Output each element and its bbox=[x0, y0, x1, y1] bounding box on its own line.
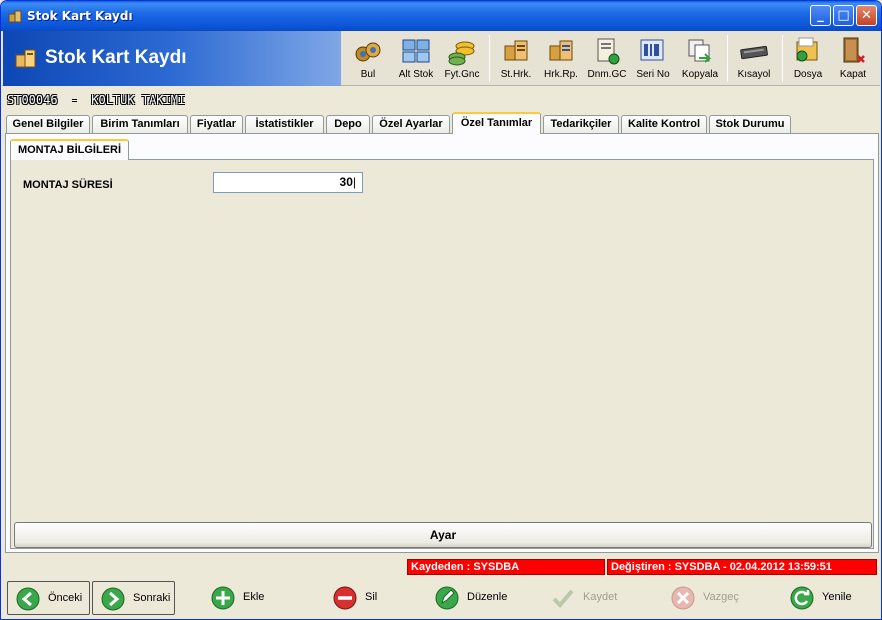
movement-report-button[interactable]: Hrk.Rp. bbox=[541, 33, 581, 84]
serial-number-label: Seri No bbox=[636, 69, 670, 80]
period-report-button[interactable]: Dnm.GC bbox=[586, 33, 628, 84]
modified-by-status: Değiştiren : SYSDBA - 02.04.2012 13:59:5… bbox=[607, 559, 877, 575]
tab-fiyatlar[interactable]: Fiyatlar bbox=[190, 115, 243, 134]
minimize-button[interactable]: _ bbox=[810, 5, 831, 26]
toolbar-divider bbox=[727, 35, 728, 82]
add-label: Ekle bbox=[243, 591, 265, 603]
montaj-suresi-input[interactable]: 30| bbox=[213, 172, 363, 193]
banner-title: Stok Kart Kaydı bbox=[45, 47, 187, 68]
price-update-label: Fyt.Gnc bbox=[444, 69, 480, 80]
check-icon bbox=[552, 589, 574, 608]
substock-button[interactable]: Alt Stok bbox=[395, 33, 437, 84]
tab-panel: MONTAJ BİLGİLERİ MONTAJ SÜRESİ 30| Ayar bbox=[5, 133, 879, 553]
toolbar-divider bbox=[489, 35, 490, 82]
stock-movement-label: St.Hrk. bbox=[500, 69, 532, 80]
serial-number-button[interactable]: Seri No bbox=[633, 33, 673, 84]
edit-button[interactable]: Düzenle bbox=[427, 581, 517, 615]
stock-card-icon bbox=[15, 49, 36, 68]
refresh-label: Yenile bbox=[822, 591, 852, 603]
keyboard-icon bbox=[740, 45, 768, 60]
montaj-panel: MONTAJ SÜRESİ 30| Ayar bbox=[10, 159, 874, 549]
record-code: ST00046 bbox=[7, 93, 58, 107]
refresh-button[interactable]: Yenile bbox=[782, 581, 872, 615]
cancel-icon bbox=[671, 586, 695, 610]
tab-genel-bilgiler[interactable]: Genel Bilgiler bbox=[6, 115, 90, 134]
coins-icon bbox=[448, 41, 475, 66]
delete-label: Sil bbox=[365, 591, 378, 603]
banner: Stok Kart Kaydı bbox=[3, 31, 341, 86]
close-button[interactable]: ✕ bbox=[856, 5, 877, 26]
ayar-button[interactable]: Ayar bbox=[14, 522, 872, 548]
delete-button[interactable]: Sil bbox=[325, 581, 395, 615]
save-label: Kaydet bbox=[583, 591, 618, 603]
maximize-button[interactable]: □ bbox=[833, 5, 854, 26]
copy-label: Kopyala bbox=[681, 69, 719, 80]
title-bar[interactable]: Stok Kart Kaydı _ □ ✕ bbox=[1, 1, 881, 31]
shortcut-label: Kısayol bbox=[737, 69, 771, 80]
find-button[interactable]: Bul bbox=[350, 33, 386, 84]
tab-ozel-tanimlar[interactable]: Özel Tanımlar bbox=[452, 112, 541, 134]
tab-birim-tanimlari[interactable]: Birim Tanımları bbox=[92, 115, 188, 134]
serial-number-icon bbox=[640, 39, 664, 61]
plus-icon bbox=[211, 586, 235, 610]
movement-report-label: Hrk.Rp. bbox=[544, 69, 578, 80]
edit-label: Düzenle bbox=[467, 591, 508, 603]
copy-button[interactable]: Kopyala bbox=[678, 33, 722, 84]
stok-kart-window: Stok Kart Kaydı _ □ ✕ Stok Kart Kaydı Bu… bbox=[0, 0, 882, 620]
movement-report-icon bbox=[549, 40, 573, 61]
exit-door-icon bbox=[843, 37, 865, 63]
refresh-icon bbox=[790, 586, 814, 610]
cancel-button[interactable]: Vazgeç bbox=[663, 581, 753, 615]
binoculars-icon bbox=[355, 42, 381, 62]
file-label: Dosya bbox=[793, 69, 823, 80]
shortcut-button[interactable]: Kısayol bbox=[733, 33, 775, 84]
created-by-status: Kaydeden : SYSDBA bbox=[407, 559, 605, 575]
tab-stok-durumu[interactable]: Stok Durumu bbox=[709, 115, 791, 134]
tab-depo[interactable]: Depo bbox=[326, 115, 370, 134]
period-report-icon bbox=[597, 38, 620, 65]
arrow-right-icon bbox=[101, 587, 125, 611]
tab-tedarikciler[interactable]: Tedarikçiler bbox=[543, 115, 619, 134]
toolbar-divider bbox=[782, 35, 783, 82]
tab-ozel-ayarlar[interactable]: Özel Ayarlar bbox=[372, 115, 450, 134]
stock-movement-icon bbox=[504, 40, 528, 61]
record-name: KOLTUK TAKIMI bbox=[91, 93, 186, 107]
substock-icon bbox=[402, 39, 430, 63]
arrow-left-icon bbox=[16, 587, 40, 611]
period-report-label: Dnm.GC bbox=[587, 69, 627, 80]
file-button[interactable]: Dosya bbox=[788, 33, 828, 84]
find-label: Bul bbox=[360, 69, 376, 80]
edit-icon bbox=[435, 586, 459, 610]
bottom-button-bar: Önceki Sonraki Ekle Sil Düzenle Kaydet V… bbox=[1, 577, 881, 619]
next-button[interactable]: Sonraki bbox=[92, 581, 175, 615]
cancel-label: Vazgeç bbox=[703, 591, 739, 603]
save-button[interactable]: Kaydet bbox=[543, 581, 633, 615]
close-tool-button[interactable]: Kapat bbox=[833, 33, 873, 84]
price-update-button[interactable]: Fyt.Gnc bbox=[440, 33, 484, 84]
minus-icon bbox=[333, 586, 357, 610]
tab-istatistikler[interactable]: İstatistikler bbox=[245, 115, 324, 134]
previous-button[interactable]: Önceki bbox=[7, 581, 90, 615]
montaj-suresi-value: 30 bbox=[339, 175, 353, 189]
app-icon bbox=[8, 10, 22, 23]
record-separator: - bbox=[70, 93, 79, 107]
copy-icon bbox=[688, 39, 712, 63]
window-title: Stok Kart Kaydı bbox=[27, 9, 133, 23]
previous-label: Önceki bbox=[48, 592, 83, 604]
montaj-suresi-label: MONTAJ SÜRESİ bbox=[23, 179, 113, 191]
record-header: ST00046 - KOLTUK TAKIMI bbox=[7, 93, 185, 107]
close-tool-label: Kapat bbox=[839, 69, 867, 80]
stock-movement-button[interactable]: St.Hrk. bbox=[496, 33, 536, 84]
file-icon bbox=[796, 37, 818, 62]
add-button[interactable]: Ekle bbox=[203, 581, 283, 615]
substock-label: Alt Stok bbox=[398, 69, 434, 80]
tab-kalite-kontrol[interactable]: Kalite Kontrol bbox=[621, 115, 707, 134]
next-label: Sonraki bbox=[133, 592, 171, 604]
toolbar: Stok Kart Kaydı Bul Alt Stok Fyt.Gnc St.… bbox=[2, 31, 880, 86]
subtab-montaj-bilgileri[interactable]: MONTAJ BİLGİLERİ bbox=[10, 139, 129, 160]
